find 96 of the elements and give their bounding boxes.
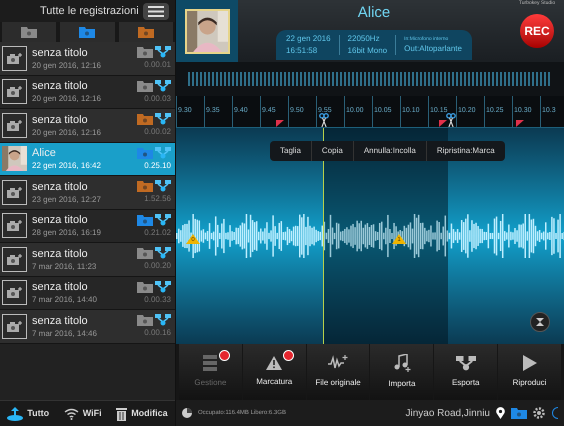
recording-duration: 0.00.03 (144, 94, 171, 104)
share-icon (456, 356, 476, 370)
recording-date: 20 gen 2016, 12:16 (32, 93, 102, 104)
camera-placeholder-icon (2, 213, 27, 238)
recording-row[interactable]: senza titolo 7 mar 2016, 11:23 0.00.20 (0, 243, 175, 276)
recording-duration: 0.21.02 (144, 228, 171, 238)
recording-duration: 0.00.16 (144, 328, 171, 338)
play-icon (522, 355, 537, 371)
recording-duration: 0.00.01 (144, 60, 171, 70)
camera-placeholder-icon (2, 246, 27, 272)
recording-title: senza titolo (32, 314, 89, 328)
waveform-plus-icon (328, 355, 348, 371)
bottom-bar-button[interactable]: Modifica (116, 406, 168, 420)
trash-icon (116, 406, 128, 420)
info-sample-rate: 22050Hz (348, 33, 381, 46)
share-icon (155, 180, 171, 192)
info-time: 16:51:58 (286, 45, 318, 58)
info-date: 22 gen 2016 (286, 33, 331, 46)
hourglass-icon (536, 318, 544, 326)
sidebar-title: Tutte le registrazioni (40, 4, 139, 19)
camera-placeholder-icon (2, 180, 27, 205)
recording-date: 7 mar 2016, 14:40 (32, 294, 98, 306)
context-menu-item[interactable]: Ripristina:Marca (426, 141, 505, 161)
upload-icon (7, 406, 24, 420)
share-icon (155, 314, 171, 326)
recording-row[interactable]: senza titolo 20 gen 2016, 12:16 0.00.01 (0, 42, 175, 76)
toolbar-button[interactable]: File originale (306, 344, 370, 400)
recording-name: Alice (358, 2, 390, 23)
list-icon (148, 6, 164, 16)
context-menu-item[interactable]: Annulla:Incolla (352, 141, 426, 161)
share-icon (155, 113, 171, 126)
bottom-bar-button[interactable]: WiFi (64, 406, 102, 420)
share-icon (155, 80, 171, 92)
info-format: 16bit Mono (348, 45, 388, 58)
recording-row[interactable]: senza titolo 23 gen 2016, 12:27 1.52.56 (0, 176, 175, 210)
toolbar-button[interactable]: Importa (370, 344, 434, 400)
recording-duration: 1.52.56 (144, 194, 171, 204)
recording-title: senza titolo (32, 213, 89, 228)
zoom-control[interactable] (530, 312, 550, 332)
recording-row[interactable]: senza titolo 20 gen 2016, 12:16 0.00.02 (0, 109, 175, 142)
recording-date: 20 gen 2016, 12:16 (32, 60, 102, 71)
recording-date: 22 gen 2016, 16:42 (32, 160, 102, 172)
list-view-button[interactable] (143, 2, 169, 20)
recording-title: senza titolo (32, 246, 89, 261)
recording-row[interactable]: senza titolo 7 mar 2016, 14:40 0.00.33 (0, 276, 175, 310)
toolbar-button[interactable]: Marcatura (242, 344, 306, 400)
scissors-icon (446, 113, 456, 127)
recording-title: senza titolo (32, 46, 89, 60)
toolbar-button[interactable]: Riproduci (498, 344, 561, 400)
recording-duration: 0.00.33 (144, 294, 171, 305)
folder-tab[interactable] (118, 22, 173, 42)
settings-icon[interactable] (533, 407, 545, 419)
recording-title: senza titolo (32, 112, 89, 127)
recording-row[interactable]: senza titolo 28 gen 2016, 16:19 0.21.02 (0, 210, 175, 243)
recording-date: 20 gen 2016, 12:16 (32, 126, 102, 138)
recording-row[interactable]: senza titolo 7 mar 2016, 14:46 0.00.16 (0, 310, 175, 344)
camera-placeholder-icon (2, 46, 27, 71)
share-icon (155, 247, 171, 260)
recording-title: Alice (32, 146, 57, 160)
output-device-label: Out:Altoparlante (404, 43, 462, 55)
info-icon[interactable] (551, 407, 558, 419)
folder-tab[interactable] (60, 22, 115, 42)
recording-duration: 0.00.02 (144, 127, 171, 138)
recording-title: senza titolo (32, 180, 89, 194)
camera-placeholder-icon (2, 314, 27, 339)
share-icon (155, 146, 171, 159)
scissors-icon (319, 113, 329, 127)
record-button[interactable]: REC (520, 14, 554, 48)
location-pin-icon[interactable] (496, 407, 505, 419)
toolbar-button[interactable]: Esporta (434, 344, 498, 400)
recording-date: 28 gen 2016, 16:19 (32, 227, 102, 238)
context-menu-item[interactable]: Taglia (270, 141, 311, 161)
recording-duration: 0.25.10 (144, 160, 171, 171)
recording-date: 23 gen 2016, 12:27 (32, 194, 102, 205)
share-icon (155, 280, 171, 293)
recording-date: 7 mar 2016, 11:23 (32, 260, 98, 272)
warning-icon (266, 356, 282, 370)
music-note-icon (392, 354, 411, 372)
folder-tab[interactable] (2, 22, 56, 42)
camera-placeholder-icon (2, 112, 27, 138)
camera-placeholder-icon (2, 79, 27, 104)
storage-pie-icon (182, 408, 192, 418)
location-text: Jinyao Road,Jinniu (406, 406, 490, 420)
share-icon (155, 46, 171, 58)
recording-duration: 0.00.20 (144, 261, 171, 272)
recording-date: 7 mar 2016, 14:46 (32, 328, 98, 339)
bottom-bar-button[interactable]: Tutto (7, 406, 50, 420)
context-menu-item[interactable]: Copia (310, 141, 353, 161)
recording-row[interactable]: senza titolo 20 gen 2016, 12:16 0.00.03 (0, 76, 175, 109)
folder-icon (511, 407, 527, 419)
recording-title: senza titolo (32, 280, 89, 294)
wifi-icon (64, 408, 79, 420)
recording-title: senza titolo (32, 79, 89, 94)
server-icon (203, 355, 218, 371)
camera-placeholder-icon (2, 280, 27, 306)
share-icon (155, 214, 171, 226)
